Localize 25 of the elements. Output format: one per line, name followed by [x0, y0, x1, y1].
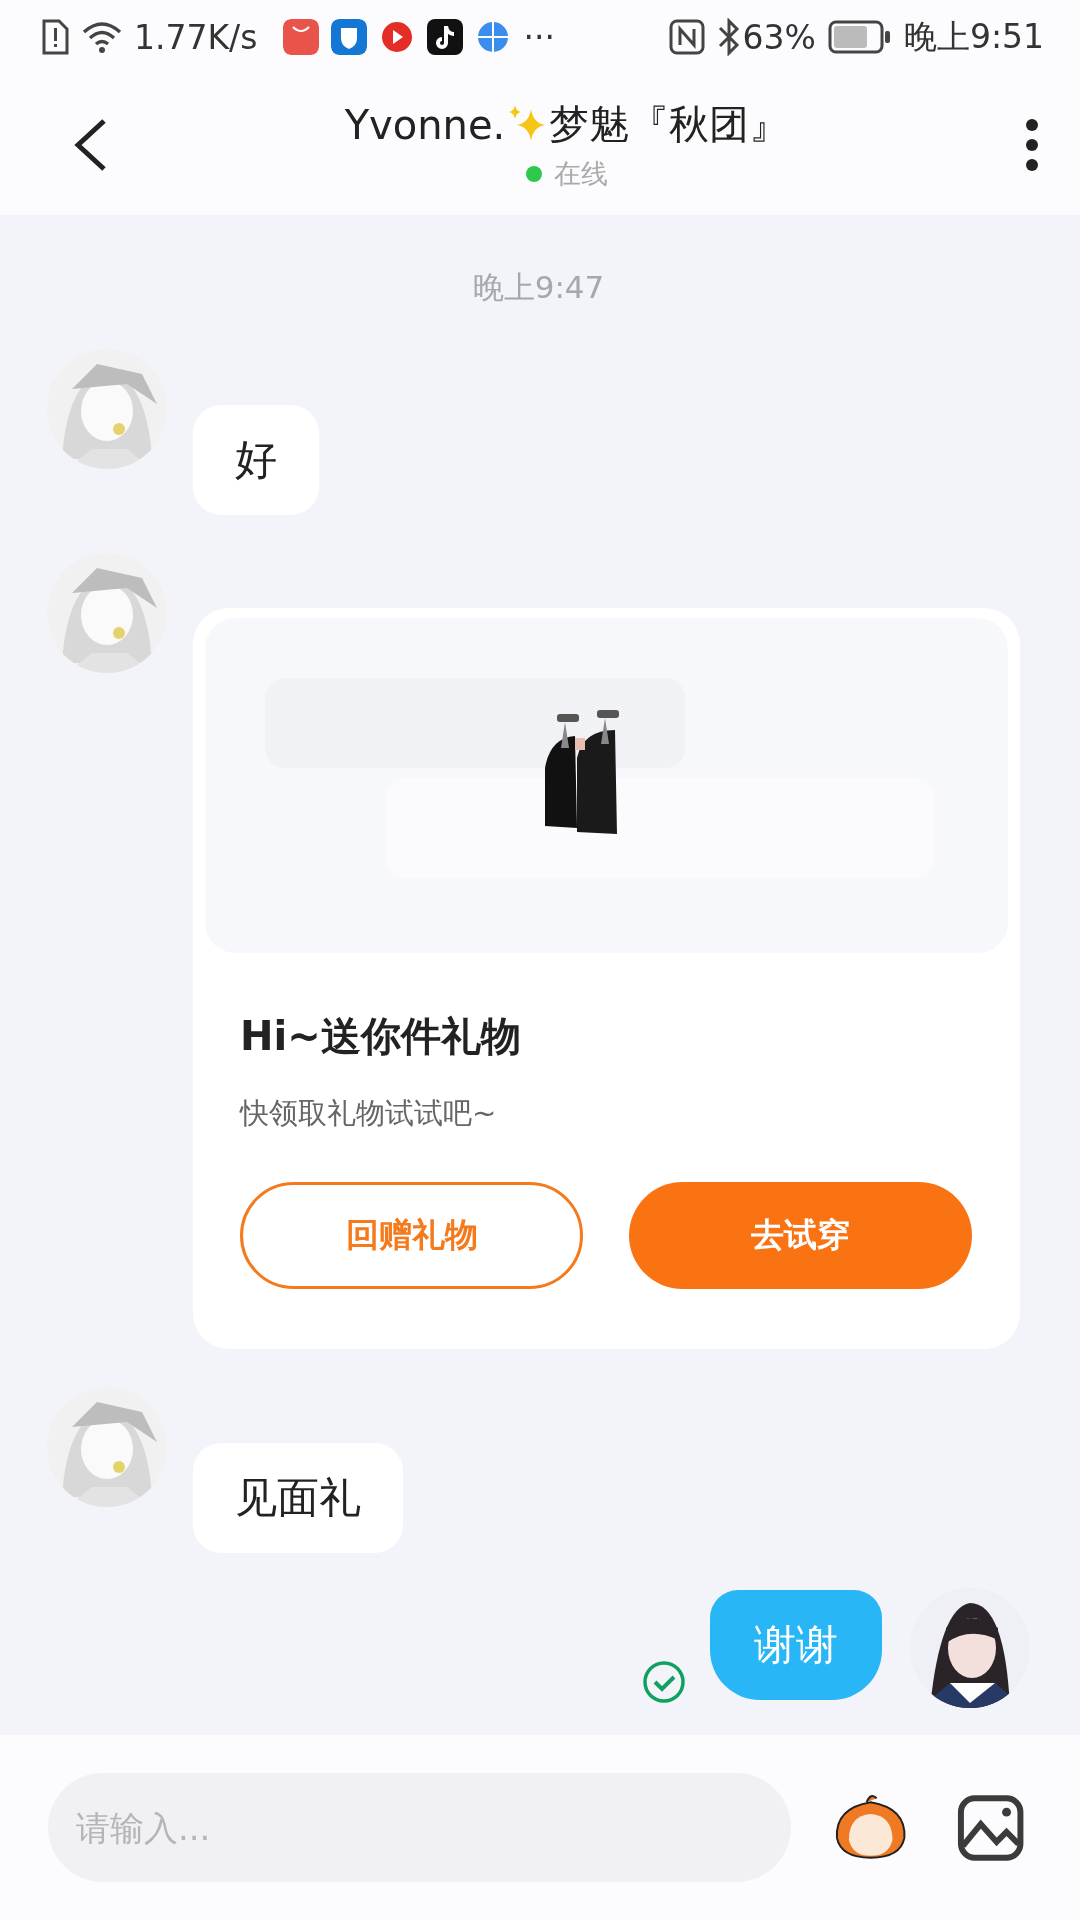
- bluetooth-icon: [716, 18, 741, 56]
- wifi-icon: [82, 20, 122, 54]
- more-options-icon[interactable]: [1024, 116, 1040, 173]
- presence-status: 在线: [554, 157, 608, 191]
- shield-app-icon: [331, 19, 368, 55]
- network-speed: 1.77K/s: [134, 17, 258, 57]
- nfc-icon: [668, 19, 705, 55]
- battery-icon: [827, 20, 892, 54]
- message-bubble: 谢谢: [710, 1590, 882, 1700]
- contact-name: Yvonne.: [344, 101, 506, 148]
- message-bubble: 好: [193, 405, 319, 515]
- more-notifications: ···: [523, 17, 555, 57]
- battery-percent: 63%: [742, 17, 816, 57]
- clock: 晚上9:51: [903, 15, 1044, 58]
- message-input-field[interactable]: 请输入...: [48, 1773, 792, 1882]
- music-note-app-icon: [427, 19, 464, 55]
- message-timestamp: 晚上9:47: [472, 268, 605, 307]
- gift-title: Hi~送你件礼物: [240, 1012, 522, 1061]
- try-on-button[interactable]: 去试穿: [629, 1182, 972, 1289]
- shopping-bag-app-icon: [283, 19, 320, 55]
- message-bubble: 见面礼: [193, 1443, 403, 1553]
- contact-title: 梦魅『秋团』: [549, 100, 790, 149]
- gift-subtitle: 快领取礼物试试吧~: [240, 1095, 498, 1132]
- sim-alert-icon: [40, 19, 70, 55]
- return-gift-button[interactable]: 回赠礼物: [240, 1182, 583, 1289]
